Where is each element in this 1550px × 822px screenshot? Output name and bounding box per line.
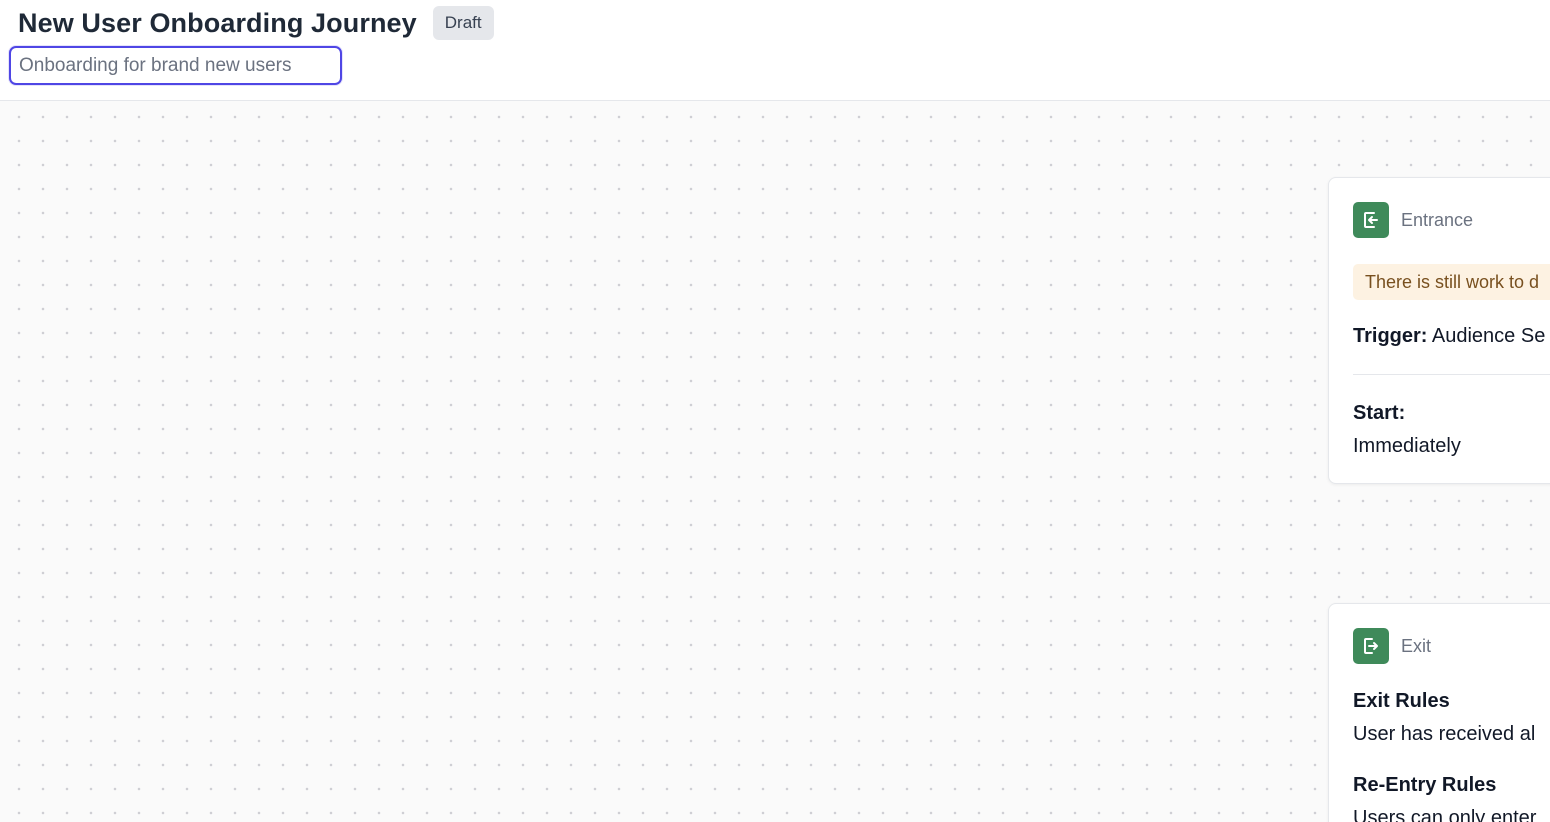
exit-icon: [1353, 628, 1389, 664]
exit-node[interactable]: Exit Exit Rules User has received al Re-…: [1328, 603, 1550, 822]
entrance-node[interactable]: Entrance There is still work to d Trigge…: [1328, 177, 1550, 484]
entrance-node-header: Entrance: [1353, 202, 1473, 238]
entrance-divider: [1353, 374, 1550, 375]
exit-node-header: Exit: [1353, 628, 1431, 664]
trigger-label: Trigger:: [1353, 325, 1428, 347]
enter-icon: [1353, 202, 1389, 238]
trigger-value: Audience Se: [1431, 325, 1546, 347]
page-title[interactable]: New User Onboarding Journey: [18, 8, 417, 39]
entrance-trigger: Trigger: Audience Se: [1353, 325, 1545, 348]
journey-header: New User Onboarding Journey Draft: [0, 0, 1550, 101]
start-value: Immediately: [1353, 435, 1461, 457]
reentry-rules-label: Re-Entry Rules: [1353, 774, 1497, 796]
description-input[interactable]: [9, 46, 342, 85]
journey-canvas[interactable]: Entrance There is still work to d Trigge…: [0, 101, 1550, 822]
title-row: New User Onboarding Journey Draft: [18, 6, 494, 40]
reentry-rules-value: Users can only enter: [1353, 807, 1537, 822]
exit-rules-label: Exit Rules: [1353, 690, 1450, 712]
status-badge: Draft: [432, 6, 494, 40]
exit-rules-value: User has received al: [1353, 723, 1536, 745]
start-label: Start:: [1353, 402, 1406, 424]
entrance-node-type: Entrance: [1401, 209, 1474, 230]
entrance-warning: There is still work to d: [1353, 264, 1550, 300]
exit-node-type: Exit: [1401, 635, 1432, 656]
